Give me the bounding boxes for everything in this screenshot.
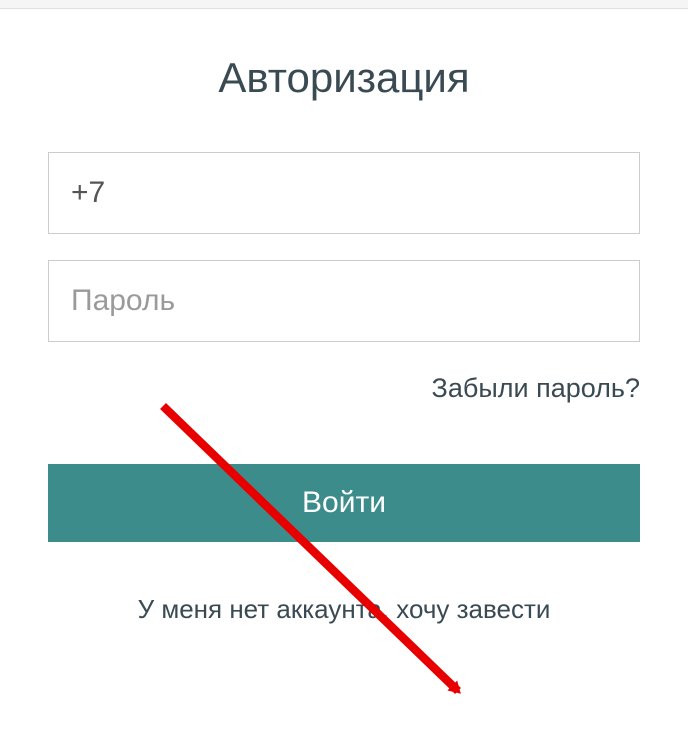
page-title: Авторизация — [48, 54, 640, 102]
phone-input[interactable] — [48, 152, 640, 234]
password-input[interactable] — [48, 260, 640, 342]
register-link[interactable]: У меня нет аккаунта, хочу завести — [48, 594, 640, 625]
login-button[interactable]: Войти — [48, 464, 640, 542]
login-form-container: Авторизация Забыли пароль? Войти У меня … — [0, 9, 688, 625]
top-bar — [0, 0, 688, 9]
forgot-password-link[interactable]: Забыли пароль? — [48, 373, 640, 404]
